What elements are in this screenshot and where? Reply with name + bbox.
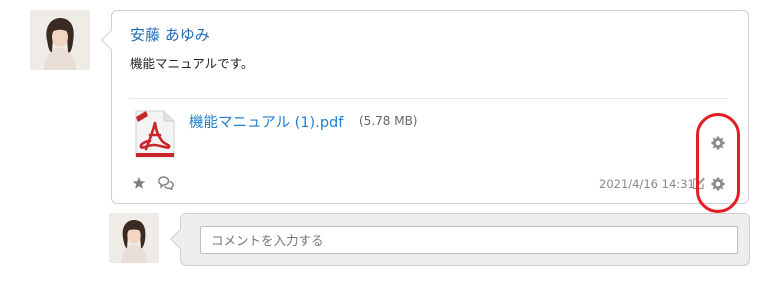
comment-input[interactable] <box>200 226 738 254</box>
author-name[interactable]: 安藤 あゆみ <box>130 24 210 45</box>
post-bubble-tail <box>101 30 121 50</box>
comment-bubbles-icon[interactable] <box>158 176 174 190</box>
post-settings-gear-icon[interactable] <box>711 177 725 191</box>
avatar-portrait-icon <box>30 10 90 70</box>
divider <box>130 98 728 99</box>
star-icon[interactable] <box>131 176 147 190</box>
commenter-avatar <box>109 213 159 263</box>
comment-composer <box>170 213 750 266</box>
author-avatar[interactable] <box>30 10 90 70</box>
comment-bubble-tail <box>170 229 190 249</box>
pencil-icon[interactable] <box>692 176 706 190</box>
pdf-file-icon[interactable] <box>132 109 178 159</box>
post-card: 安藤 あゆみ 機能マニュアルです。 機能マニュアル (1).pdf (5.78 … <box>101 10 749 204</box>
attachment-settings-gear-icon[interactable] <box>711 136 725 150</box>
post-message: 機能マニュアルです。 <box>130 56 254 71</box>
attachment-size: (5.78 MB) <box>359 114 418 128</box>
avatar-portrait-icon <box>109 213 159 263</box>
post-timestamp: 2021/4/16 14:31 <box>599 177 695 191</box>
attachment-link[interactable]: 機能マニュアル (1).pdf <box>189 111 343 132</box>
